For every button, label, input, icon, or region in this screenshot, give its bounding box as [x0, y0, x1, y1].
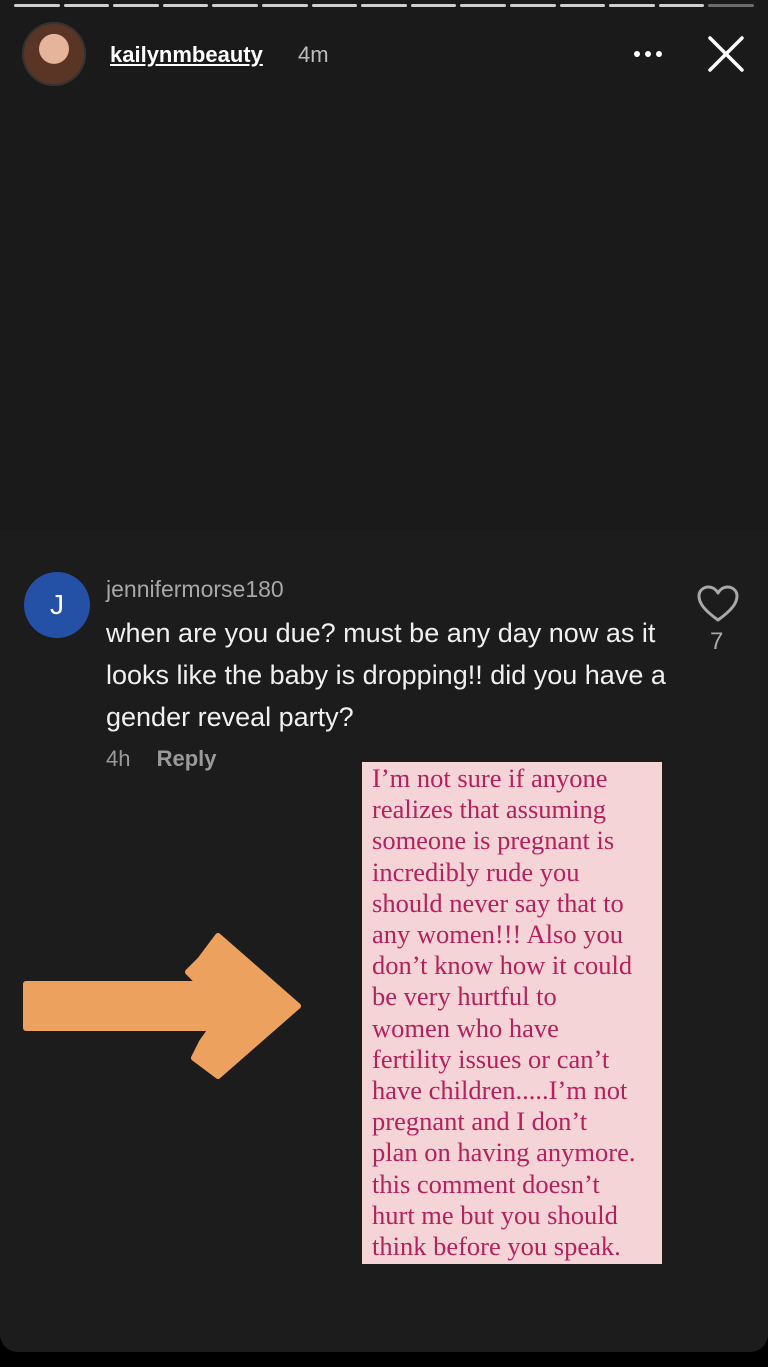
story-progress-bar: [14, 4, 754, 8]
progress-segment-current: [708, 4, 754, 7]
more-dot-icon: [656, 51, 662, 57]
arrow-right-icon: [23, 933, 301, 1079]
progress-segment: [14, 4, 60, 7]
comment-meta: 4h Reply: [106, 746, 217, 772]
progress-segment: [113, 4, 159, 7]
story-viewer[interactable]: kailynmbeauty 4m J jennifermorse180 when…: [0, 0, 768, 1352]
progress-segment: [63, 4, 110, 7]
progress-segment: [460, 4, 506, 7]
profile-username[interactable]: kailynmbeauty: [110, 42, 263, 68]
comment-text: when are you due? must be any day now as…: [106, 618, 666, 732]
heart-icon: [697, 585, 739, 622]
progress-segment: [212, 4, 258, 7]
progress-segment: [509, 4, 556, 7]
progress-segment: [361, 4, 407, 7]
reply-button: Reply: [156, 746, 217, 771]
more-dot-icon: [634, 51, 640, 57]
comment-time: 4h: [106, 746, 131, 771]
commenter-avatar: J: [24, 572, 90, 638]
progress-segment: [658, 4, 705, 7]
note-text: I’m not sure if anyone realizes that ass…: [372, 763, 636, 1262]
close-icon[interactable]: [704, 32, 748, 76]
progress-segment: [162, 4, 209, 7]
profile-avatar[interactable]: [22, 22, 86, 86]
story-header: kailynmbeauty 4m: [22, 22, 748, 88]
more-options-button[interactable]: [630, 44, 666, 64]
sticker-note: I’m not sure if anyone realizes that ass…: [362, 762, 662, 1264]
story-timestamp: 4m: [298, 42, 329, 67]
progress-segment: [311, 4, 358, 7]
like-count: 7: [710, 628, 724, 655]
progress-segment: [410, 4, 457, 7]
progress-segment: [261, 4, 308, 7]
progress-segment: [609, 4, 655, 7]
progress-segment: [559, 4, 606, 7]
more-dot-icon: [645, 51, 651, 57]
commenter-username: jennifermorse180: [106, 576, 284, 602]
